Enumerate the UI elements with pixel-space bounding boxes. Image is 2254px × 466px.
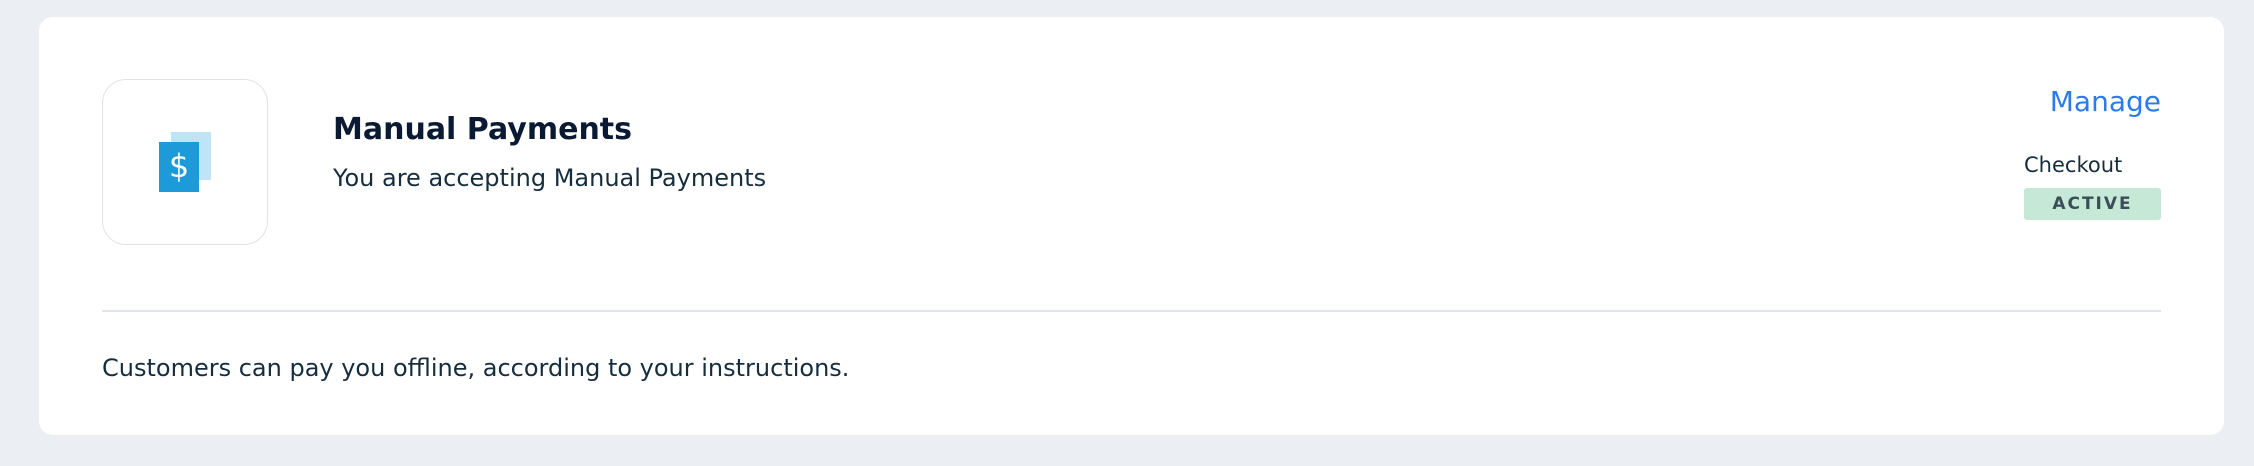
checkout-label: Checkout [2024, 153, 2123, 177]
payment-icon-container: $ [102, 79, 268, 245]
payment-method-card: $ Manual Payments You are accepting Manu… [39, 17, 2224, 435]
dollar-document-icon: $ [159, 132, 211, 192]
divider [102, 310, 2161, 312]
payment-method-description: Customers can pay you offline, according… [102, 354, 850, 382]
status-badge: ACTIVE [2024, 188, 2161, 220]
payment-method-title: Manual Payments [333, 112, 633, 147]
svg-text:$: $ [169, 147, 189, 185]
payment-method-subtitle: You are accepting Manual Payments [333, 164, 767, 192]
manage-link[interactable]: Manage [2050, 85, 2161, 118]
